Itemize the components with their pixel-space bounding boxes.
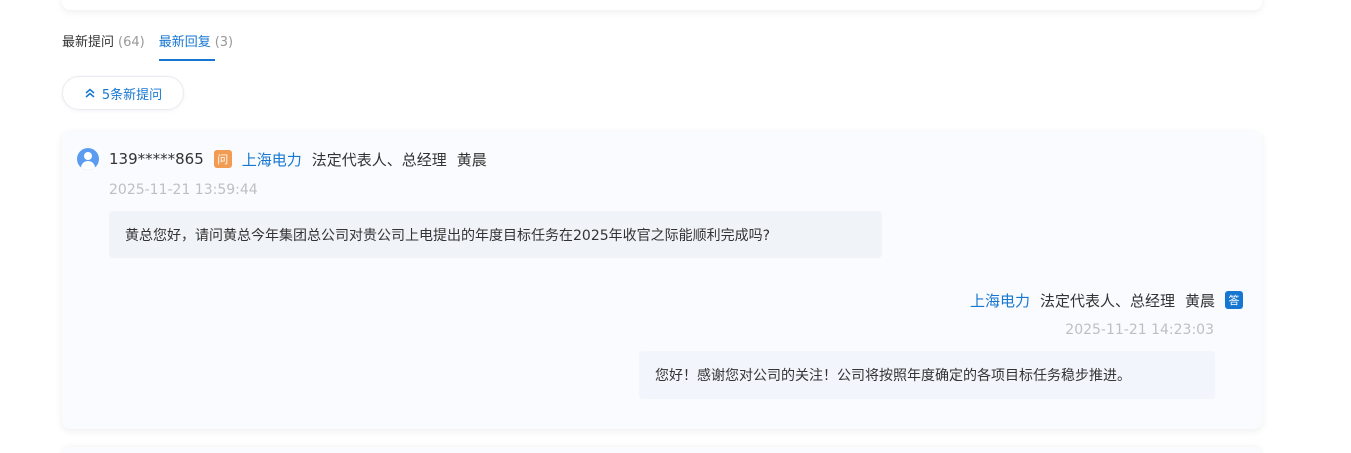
ask-badge: 问 — [213, 150, 232, 168]
user-id: 139*****865 — [109, 150, 204, 168]
company-link[interactable]: 上海电力 — [242, 149, 302, 170]
question-time: 2025-11-21 13:59:44 — [109, 182, 258, 198]
question-header: 139*****865 问 上海电力 法定代表人、总经理 黄晨 — [77, 147, 487, 171]
recipient-role: 法定代表人、总经理 — [311, 150, 447, 169]
tab-label: 最新提问 — [62, 35, 115, 50]
user-avatar-icon — [77, 148, 99, 170]
answer-header: 上海电力 法定代表人、总经理 黄晨 答 — [970, 288, 1243, 312]
double-chevron-up-icon — [85, 88, 95, 98]
recipient-name: 黄晨 — [456, 150, 487, 169]
answer-badge: 答 — [1225, 291, 1243, 309]
answer-role: 法定代表人、总经理 — [1039, 291, 1175, 310]
answer-text: 您好！感谢您对公司的关注！公司将按照年度确定的各项目标任务稳步推进。 — [655, 368, 1131, 384]
tab-bar: 最新提问 (64) 最新回复 (3) — [62, 33, 233, 63]
qa-card: 139*****865 问 上海电力 法定代表人、总经理 黄晨 2025-11-… — [62, 131, 1262, 429]
answer-bubble: 您好！感谢您对公司的关注！公司将按照年度确定的各项目标任务稳步推进。 — [639, 351, 1215, 399]
tab-count: (64) — [118, 35, 145, 50]
answer-name: 黄晨 — [1184, 291, 1215, 310]
new-questions-button[interactable]: 5条新提问 — [62, 76, 184, 110]
question-text: 黄总您好，请问黄总今年集团总公司对贵公司上电提出的年度目标任务在2025年收官之… — [125, 227, 771, 244]
top-card — [62, 0, 1262, 10]
question-bubble: 黄总您好，请问黄总今年集团总公司对贵公司上电提出的年度目标任务在2025年收官之… — [109, 211, 882, 258]
answer-time: 2025-11-21 14:23:03 — [1065, 322, 1214, 338]
tab-latest-replies[interactable]: 最新回复 (3) — [158, 33, 234, 61]
tab-count: (3) — [214, 35, 234, 50]
answer-company-link[interactable]: 上海电力 — [970, 290, 1030, 311]
qa-page: 最新提问 (64) 最新回复 (3) 5条新提问 139*****865 问 上海电… — [0, 0, 1351, 453]
new-questions-label: 5条新提问 — [101, 87, 163, 103]
tab-latest-questions[interactable]: 最新提问 (64) — [62, 33, 145, 61]
tab-label: 最新回复 — [158, 35, 211, 50]
next-card — [62, 447, 1262, 453]
